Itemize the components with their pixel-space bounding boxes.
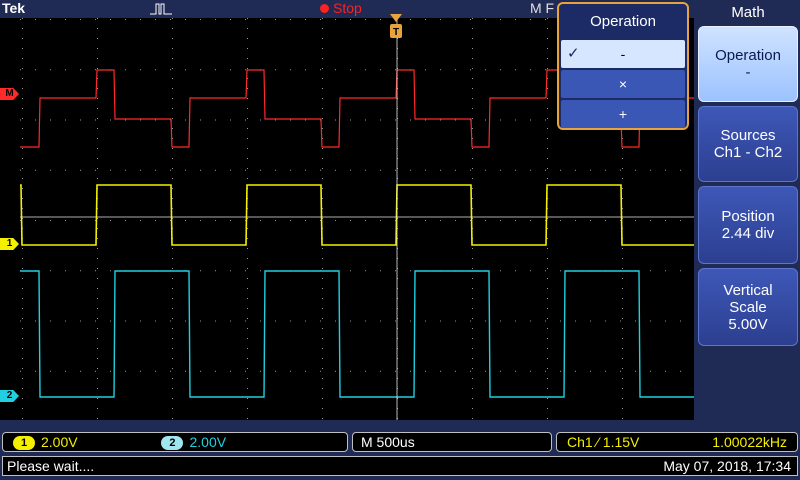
operation-value: -: [745, 64, 751, 81]
ch1-waveform: [20, 184, 694, 246]
trigger-level: Ch1 ⁄ 1.15V: [567, 434, 640, 450]
ch2-badge: 2: [161, 436, 184, 451]
operation-button[interactable]: Operation -: [698, 26, 798, 102]
trigger-frequency: 1.00022kHz: [712, 434, 787, 450]
oscilloscope-screen: Tek Stop M F M 1 2 T Math Operation - So…: [0, 0, 800, 480]
operation-label: Operation: [715, 47, 781, 64]
position-value: 2.44 div: [721, 225, 775, 242]
option-label: -: [620, 46, 626, 62]
vertical-scale-label: Vertical Scale: [723, 281, 773, 316]
date-time: May 07, 2018, 17:34: [663, 458, 791, 474]
status-message: Please wait....: [7, 458, 95, 474]
option-label: +: [618, 106, 628, 122]
popup-title: Operation: [590, 13, 656, 30]
run-stop-status[interactable]: Stop: [320, 0, 362, 16]
channel-scale-readout[interactable]: 1 2.00V 2 2.00V: [2, 432, 348, 452]
trigger-position-icon[interactable]: T: [388, 14, 404, 42]
status-line: Please wait.... May 07, 2018, 17:34: [2, 456, 798, 476]
operation-option-multiply[interactable]: ×: [561, 70, 685, 98]
sources-value: Ch1 - Ch2: [713, 144, 783, 161]
ch2-scale: 2.00V: [189, 434, 227, 450]
stop-indicator-icon: [320, 4, 329, 13]
ch2-waveform: [20, 270, 694, 398]
timebase-readout[interactable]: M 500us: [352, 432, 552, 452]
top-status-bar: [0, 0, 556, 18]
position-button[interactable]: Position 2.44 div: [698, 186, 798, 264]
channel-marker-rail: M 1 2: [0, 18, 20, 420]
ch2-position-marker[interactable]: 2: [0, 390, 19, 402]
sources-button[interactable]: Sources Ch1 - Ch2: [698, 106, 798, 182]
math-position-marker[interactable]: M: [0, 88, 19, 100]
position-label: Position: [721, 208, 775, 225]
horizontal-mode-readout: M F: [530, 0, 555, 16]
brand-logo: Tek: [2, 0, 26, 16]
acquisition-pulse-icon: [150, 3, 172, 15]
vertical-scale-button[interactable]: Vertical Scale 5.00V: [698, 268, 798, 346]
ch1-scale: 2.00V: [41, 434, 78, 450]
operation-option-subtract[interactable]: ✓ -: [561, 40, 685, 68]
option-label: ×: [618, 76, 628, 92]
svg-text:T: T: [393, 27, 399, 38]
operation-popup: Operation ✓ - × +: [557, 2, 689, 130]
vertical-scale-value: 5.00V: [728, 315, 768, 333]
side-menu-title: Math: [731, 4, 765, 21]
run-state-label: Stop: [333, 0, 362, 16]
check-icon: ✓: [567, 45, 580, 62]
operation-option-add[interactable]: +: [561, 100, 685, 128]
trigger-readout[interactable]: Ch1 ⁄ 1.15V 1.00022kHz: [556, 432, 798, 452]
sources-label: Sources: [720, 127, 776, 144]
ch1-badge: 1: [13, 436, 35, 451]
ch1-position-marker[interactable]: 1: [0, 238, 19, 250]
